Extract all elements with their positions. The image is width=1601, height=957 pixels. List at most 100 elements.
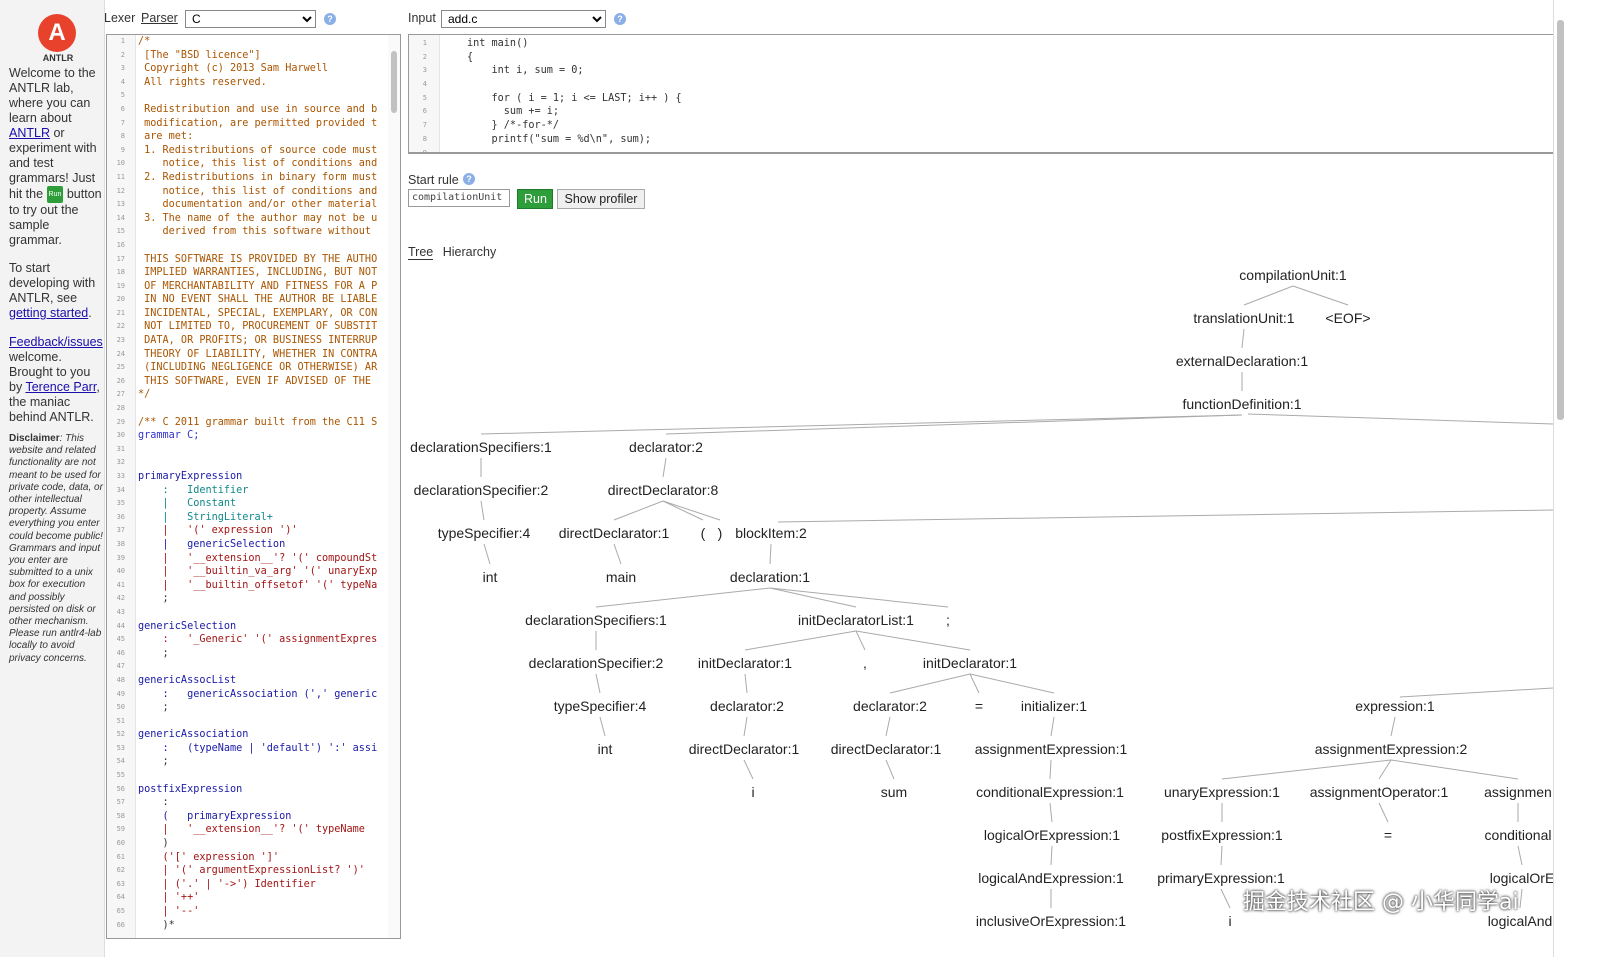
parser-tab[interactable]: Parser xyxy=(141,11,178,25)
code-text: 3. The name of the author may not be u xyxy=(138,212,378,224)
line-number: 22 xyxy=(116,322,125,331)
code-line: 6 sum += i; xyxy=(409,105,1553,119)
page-scrollbar[interactable] xyxy=(1553,0,1568,957)
intro-text: To start developing with ANTLR, see xyxy=(9,261,96,305)
tab-tree[interactable]: Tree xyxy=(408,245,434,260)
tree-edge xyxy=(613,500,664,521)
line-number: 47 xyxy=(116,662,125,671)
grammar-code[interactable]: 1/* 2 [The "BSD licence"] 3 Copyright (c) … xyxy=(107,35,388,932)
tree-node-initDecl1b: initDeclarator:1 xyxy=(923,655,1017,671)
tree-edge xyxy=(1292,285,1349,306)
line-number: 49 xyxy=(116,689,125,698)
line-number: 63 xyxy=(116,879,125,888)
feedback-link[interactable]: Feedback/issues xyxy=(9,335,103,349)
start-rule-help-icon[interactable]: ? xyxy=(463,173,475,185)
tree-node-translationUnit: translationUnit:1 xyxy=(1193,310,1294,326)
code-text: printf("sum = %d\n", sum); xyxy=(467,133,652,145)
code-text: */ xyxy=(138,389,151,401)
line-number: 28 xyxy=(116,404,125,413)
grammar-editor[interactable]: 1/* 2 [The "BSD licence"] 3 Copyright (c) … xyxy=(106,34,401,939)
disclaimer-text: : This website and related functionality… xyxy=(9,433,103,664)
tree-node-logicalAnd1: logicalAndExpression:1 xyxy=(978,870,1124,886)
code-line: 5 for ( i = 1; i <= LAST; i++ ) { xyxy=(409,92,1553,106)
grammar-help-icon[interactable]: ? xyxy=(324,13,336,25)
code-line: 10 notice, this list of conditions and xyxy=(107,157,388,171)
scrollbar-thumb[interactable] xyxy=(391,51,397,113)
start-rule-input[interactable]: compilationUnit xyxy=(408,189,510,207)
tree-node-compilationUnit: compilationUnit:1 xyxy=(1239,267,1347,283)
line-number: 37 xyxy=(116,526,125,535)
tree-edge xyxy=(483,543,491,565)
code-line: 51 xyxy=(107,715,388,729)
grammar-scrollbar[interactable] xyxy=(388,35,400,938)
code-text: genericSelection xyxy=(138,620,237,632)
input-editor[interactable]: 1 int main() 2{3 int i, sum = 0; 4 5 for ( i… xyxy=(408,34,1554,154)
code-line: 47 xyxy=(107,660,388,674)
code-text: primaryExpression xyxy=(138,471,243,482)
line-number: 35 xyxy=(116,499,125,508)
show-profiler-button[interactable]: Show profiler xyxy=(557,189,645,209)
code-line: 4 xyxy=(409,78,1553,92)
tree-edge xyxy=(480,414,1243,435)
code-text: documentation and/or other material xyxy=(138,199,378,211)
tree-node-functionDefinition: functionDefinition:1 xyxy=(1182,396,1301,412)
input-code[interactable]: 1 int main() 2{3 int i, sum = 0; 4 5 for ( i… xyxy=(409,37,1553,152)
tree-node-declSpec2a: declarationSpecifier:2 xyxy=(414,482,549,498)
run-button[interactable]: Run xyxy=(517,189,553,209)
line-number: 53 xyxy=(116,743,125,752)
line-number: 55 xyxy=(116,771,125,780)
line-number: 14 xyxy=(116,213,125,222)
code-line: 26 THIS SOFTWARE, EVEN IF ADVISED OF THE xyxy=(107,375,388,389)
tree-node-directDecl8: directDeclarator:8 xyxy=(608,482,719,498)
input-select[interactable]: add.c xyxy=(441,10,606,28)
line-number: 33 xyxy=(116,472,125,480)
getting-started-link[interactable]: getting started xyxy=(9,306,88,320)
code-text: | '__builtin_va_arg' '(' unaryExp xyxy=(138,566,378,578)
tree-node-declaration1: declaration:1 xyxy=(730,569,810,585)
line-number: 16 xyxy=(116,240,125,249)
code-line: 28 xyxy=(107,402,388,416)
code-text: for ( i = 1; i <= LAST; i++ ) { xyxy=(467,92,682,104)
tree-edge xyxy=(613,543,622,565)
tree-node-declarator2c: declarator:2 xyxy=(853,698,927,714)
code-text: INCIDENTAL, SPECIAL, EXEMPLARY, OR CON xyxy=(138,307,378,319)
code-text: 2. Redistributions in binary form must xyxy=(138,171,378,183)
code-text: modification, are permitted provided t xyxy=(138,117,378,129)
code-line: 1 int main() xyxy=(409,37,1553,51)
tree-edge xyxy=(769,543,772,565)
line-number: 1 xyxy=(422,39,427,47)
tree-node-semi: ; xyxy=(946,612,950,628)
page-scrollbar-thumb[interactable] xyxy=(1557,20,1564,420)
code-text: Copyright (c) 2013 Sam Harwell xyxy=(138,63,329,75)
line-number: 43 xyxy=(116,607,125,616)
tree-edge xyxy=(855,630,971,651)
tab-hierarchy[interactable]: Hierarchy xyxy=(443,245,497,259)
code-line: 64 | '++' xyxy=(107,891,388,905)
tree-node-comma: , xyxy=(863,655,867,671)
code-text: THIS SOFTWARE IS PROVIDED BY THE AUTHO xyxy=(138,253,378,265)
tree-edge xyxy=(769,587,857,608)
intro-welcome: Welcome to the ANTLR lab, where you can … xyxy=(9,66,104,248)
lexer-tab[interactable]: Lexer xyxy=(104,11,135,25)
code-line: 4 All rights reserved. xyxy=(107,76,388,90)
input-help-icon[interactable]: ? xyxy=(614,13,626,25)
tree-node-postfixExpr1: postfixExpression:1 xyxy=(1161,827,1283,843)
code-line: 45 : '_Generic' '(' assignmentExpres xyxy=(107,633,388,647)
code-text: | '__builtin_offsetof' '(' typeNa xyxy=(138,579,378,591)
grammar-select[interactable]: C xyxy=(185,10,316,28)
line-number: 8 xyxy=(422,134,427,143)
tree-node-assignmenCut: assignmen xyxy=(1484,784,1552,800)
tree-node-unaryExpr1: unaryExpression:1 xyxy=(1164,784,1280,800)
tree-edge xyxy=(1221,759,1392,780)
code-text: | StringLiteral+ xyxy=(138,511,273,523)
code-text: (INCLUDING NEGLIGENCE OR OTHERWISE) AR xyxy=(138,362,378,374)
code-text: ('[' expression ']' xyxy=(138,851,280,863)
code-line: 3 Copyright (c) 2013 Sam Harwell xyxy=(107,62,388,76)
code-line: 56 postfixExpression xyxy=(107,783,388,797)
terence-parr-link[interactable]: Terence Parr xyxy=(25,380,96,394)
line-number: 26 xyxy=(116,376,125,385)
tree-node-i1: i xyxy=(751,784,754,800)
antlr-link[interactable]: ANTLR xyxy=(9,126,50,140)
code-text: | '__extension__'? '(' typeName xyxy=(138,824,365,836)
code-line: 29 /** C 2011 grammar built from the C11 … xyxy=(107,416,388,430)
